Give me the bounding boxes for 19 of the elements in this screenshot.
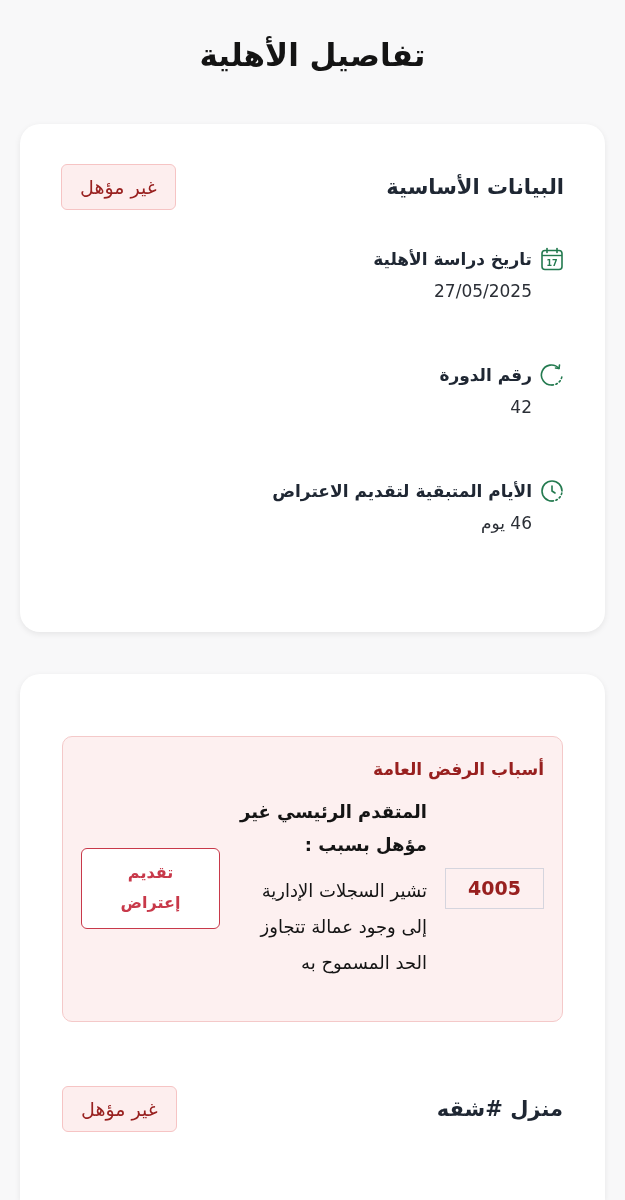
refresh-icon (540, 363, 564, 387)
clock-icon (540, 479, 564, 503)
field-label: الأيام المتبقية لتقديم الاعتراض (272, 480, 532, 504)
page-title: تفاصيل الأهلية (199, 35, 426, 75)
field-value: 42 (510, 396, 532, 419)
calendar-icon: 17 (540, 247, 564, 271)
status-badge: غير مؤهل (61, 164, 176, 210)
section-title: البيانات الأساسية (386, 173, 564, 201)
status-badge: غير مؤهل (62, 1086, 177, 1132)
field-label: تاريخ دراسة الأهلية (373, 248, 532, 272)
field-value: 46 يوم (480, 512, 532, 535)
field-label: رقم الدورة (439, 364, 532, 387)
unit-title: منزل #شقه (436, 1096, 563, 1123)
field-value: 27/05/2025 (434, 280, 532, 303)
reason-description: تشير السجلات الإدارية إلى وجود عمالة تتجاوز الحد المسموح به (258, 879, 427, 976)
objection-button[interactable]: تقديم إعتراض (81, 847, 220, 929)
panel-title: أسباب الرفض العامة (372, 757, 544, 782)
reason-code: 4005 (445, 867, 544, 909)
reason-heading: المتقدم الرئيسي غير مؤهل بسبب : (238, 800, 427, 858)
